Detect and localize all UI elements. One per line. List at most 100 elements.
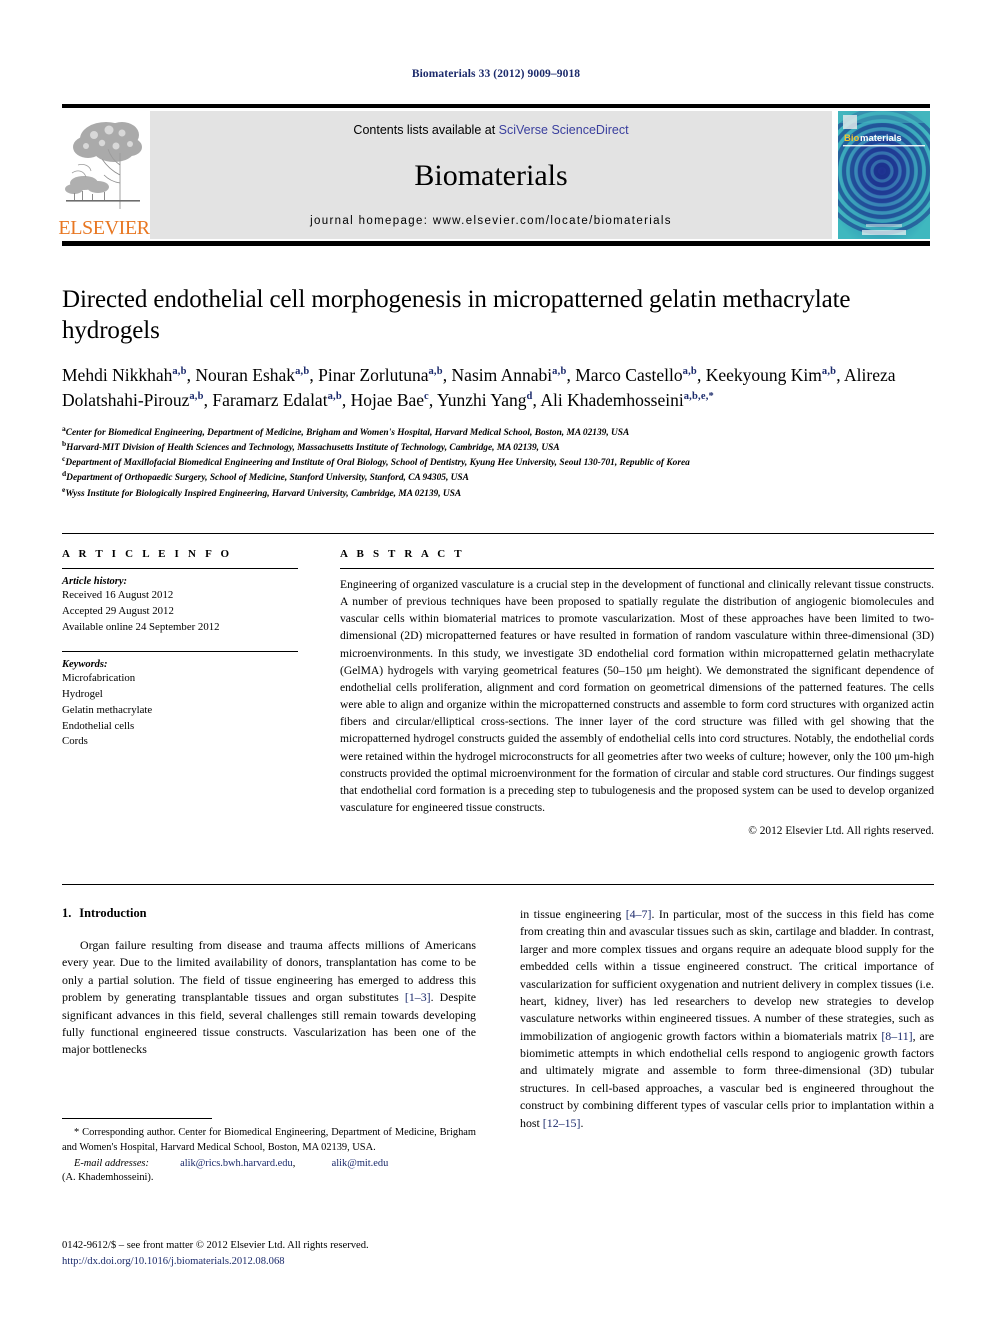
page-title: Directed endothelial cell morphogenesis …: [62, 286, 851, 344]
journal-masthead: ELSEVIER Contents lists available at Sci…: [58, 104, 930, 246]
svg-text:Bio: Bio: [844, 133, 860, 144]
sciencedirect-link[interactable]: SciVerse ScienceDirect: [499, 123, 629, 137]
paper-page: Biomaterials 33 (2012) 9009–9018 ELSEVIE…: [0, 0, 992, 1323]
masthead-top-rule: [62, 104, 930, 108]
author-affiliation-marker: a,b: [552, 366, 567, 378]
article-history-lines: Received 16 August 2012 Accepted 29 Augu…: [62, 588, 298, 635]
citation-ref[interactable]: [4–7]: [626, 907, 652, 921]
author-name: Nouran Eshak: [195, 365, 296, 385]
intro-right-end: .: [580, 1115, 584, 1130]
citation-ref[interactable]: [8–11]: [881, 1029, 912, 1043]
article-history-heading: Article history:: [62, 576, 128, 587]
info-abstract-region: A R T I C L E I N F O Article history: R…: [62, 548, 934, 837]
author-name: Pinar Zorlutuna: [318, 365, 429, 385]
email-address-primary[interactable]: alik@rics.bwh.harvard.edu: [180, 1158, 293, 1169]
intro-paragraph-right: in tissue engineering [4–7]. In particul…: [520, 906, 934, 1132]
title-block: Directed endothelial cell morphogenesis …: [62, 284, 934, 502]
author-list: Mehdi Nikkhaha,b, Nouran Eshaka,b, Pinar…: [62, 363, 934, 413]
keywords-rule: [62, 651, 298, 653]
article-info-rule: [62, 568, 298, 569]
section-number: 1.: [62, 906, 72, 920]
article-info-label: A R T I C L E I N F O: [62, 548, 233, 560]
journal-wordmark: Biomaterials: [414, 159, 568, 192]
email-attribution: (A. Khademhosseini).: [62, 1172, 154, 1184]
keyword-item: Cords: [62, 735, 88, 748]
citation-ref[interactable]: [1–3]: [405, 990, 431, 1004]
author-affiliation-marker: a,b: [172, 366, 187, 378]
keyword-item: Hydrogel: [62, 688, 103, 700]
affiliation-item: eWyss Institute for Biologically Inspire…: [62, 485, 934, 502]
abstract-label: A B S T R A C T: [340, 548, 465, 560]
journal-cover-thumbnail: Bio materials: [838, 111, 930, 239]
author-separator: ,: [309, 365, 319, 385]
running-head: Biomaterials 33 (2012) 9009–9018: [411, 68, 581, 80]
affiliation-list: aCenter for Biomedical Engineering, Depa…: [62, 424, 934, 502]
history-item: Received 16 August 2012: [62, 589, 174, 601]
body-column-right: in tissue engineering [4–7]. In particul…: [520, 906, 934, 1132]
author-affiliation-marker: a,b: [682, 366, 697, 378]
author-name: Hojae Bae: [350, 389, 425, 410]
masthead-bottom-rule: [62, 241, 930, 246]
author-name: Keekyoung Kim: [705, 365, 822, 385]
author-separator: ,: [836, 365, 845, 385]
author-affiliation-marker: a,b: [327, 391, 342, 403]
footnote-block: * Corresponding author. Center for Biome…: [62, 1126, 476, 1186]
article-info-column: A R T I C L E I N F O Article history: R…: [62, 548, 316, 837]
author-separator: ,: [442, 365, 452, 385]
author-separator: ,: [428, 389, 438, 410]
email-address-secondary[interactable]: alik@mit.edu: [332, 1158, 389, 1169]
affiliation-text: Wyss Institute for Biologically Inspired…: [65, 488, 462, 499]
section-title: Introduction: [79, 906, 147, 920]
journal-homepage-line[interactable]: journal homepage: www.elsevier.com/locat…: [310, 215, 672, 227]
email-note: E-mail addresses: alik@rics.bwh.harvard.…: [62, 1157, 476, 1187]
author-affiliation-marker: a,b,e,*: [683, 391, 714, 403]
abstract-bottom-rule: [62, 884, 934, 885]
affiliation-text: Harvard-MIT Division of Health Sciences …: [66, 442, 560, 453]
intro-paragraph-left: Organ failure resulting from disease and…: [62, 937, 476, 1059]
author-separator: ,: [341, 389, 351, 410]
email-label: E-mail addresses:: [74, 1157, 149, 1169]
affiliation-item: bHarvard-MIT Division of Health Sciences…: [62, 440, 934, 456]
affiliation-item: aCenter for Biomedical Engineering, Depa…: [62, 424, 934, 441]
abstract-copyright: © 2012 Elsevier Ltd. All rights reserved…: [748, 825, 934, 838]
citation-ref[interactable]: [12–15]: [543, 1116, 581, 1130]
issn-front-matter: 0142-9612/$ – see front matter © 2012 El…: [62, 1240, 369, 1251]
keyword-item: Endothelial cells: [62, 719, 135, 732]
abstract-text: Engineering of organized vasculature is …: [340, 578, 934, 815]
author-name: Mehdi Nikkhah: [62, 365, 173, 385]
body-column-left: 1. Introduction Organ failure resulting f…: [62, 906, 476, 1132]
author-affiliation-marker: a,b: [821, 366, 837, 378]
body-columns: 1. Introduction Organ failure resulting f…: [62, 906, 934, 1132]
author-affiliation-marker: a,b: [428, 366, 443, 378]
abstract-top-rule: [62, 533, 934, 534]
affiliation-item: cDepartment of Maxillofacial Biomedical …: [62, 455, 934, 471]
author-name: Marco Castello: [575, 365, 683, 385]
author-affiliation-marker: a,b: [189, 391, 204, 403]
elsevier-wordmark: ELSEVIER: [58, 217, 150, 239]
intro-right-mid1: . In particular, most of the success in …: [520, 907, 934, 1043]
contents-band: Contents lists available at SciVerse Sci…: [150, 111, 832, 239]
affiliation-item: dDepartment of Orthopaedic Surgery, Scho…: [62, 470, 934, 486]
author-separator: ,: [696, 365, 706, 385]
author-name: Yunzhi Yang: [437, 389, 527, 410]
doi-link[interactable]: http://dx.doi.org/10.1016/j.biomaterials…: [62, 1254, 562, 1270]
keywords-heading: Keywords:: [62, 659, 108, 671]
history-item: Available online 24 September 2012: [62, 620, 220, 633]
affiliation-text: Department of Orthopaedic Surgery, Schoo…: [66, 473, 469, 484]
contents-available-line: Contents lists available at SciVerse Sci…: [353, 123, 628, 137]
author-name: Faramarz Edalat: [212, 389, 328, 410]
imprint-block: 0142-9612/$ – see front matter © 2012 El…: [62, 1238, 562, 1269]
abstract-rule: [340, 568, 934, 569]
intro-right-mid2: , are biomimetic attempts in which endot…: [520, 1028, 934, 1130]
corresponding-author-note: * Corresponding author. Center for Biome…: [62, 1127, 476, 1153]
keyword-list: Microfabrication Hydrogel Gelatin methac…: [62, 671, 298, 750]
intro-right-pre: in tissue engineering: [520, 907, 626, 921]
elsevier-logo: ELSEVIER: [58, 111, 150, 239]
author-separator: ,: [566, 365, 576, 385]
author-name: Ali Khademhosseini: [540, 389, 684, 410]
author-affiliation-marker: a,b: [295, 366, 310, 378]
history-item: Accepted 29 August 2012: [62, 604, 174, 617]
email-separator: ,: [292, 1157, 296, 1169]
section-heading-introduction: 1. Introduction: [62, 906, 476, 921]
abstract-column: A B S T R A C T Engineering of organized…: [316, 548, 934, 837]
